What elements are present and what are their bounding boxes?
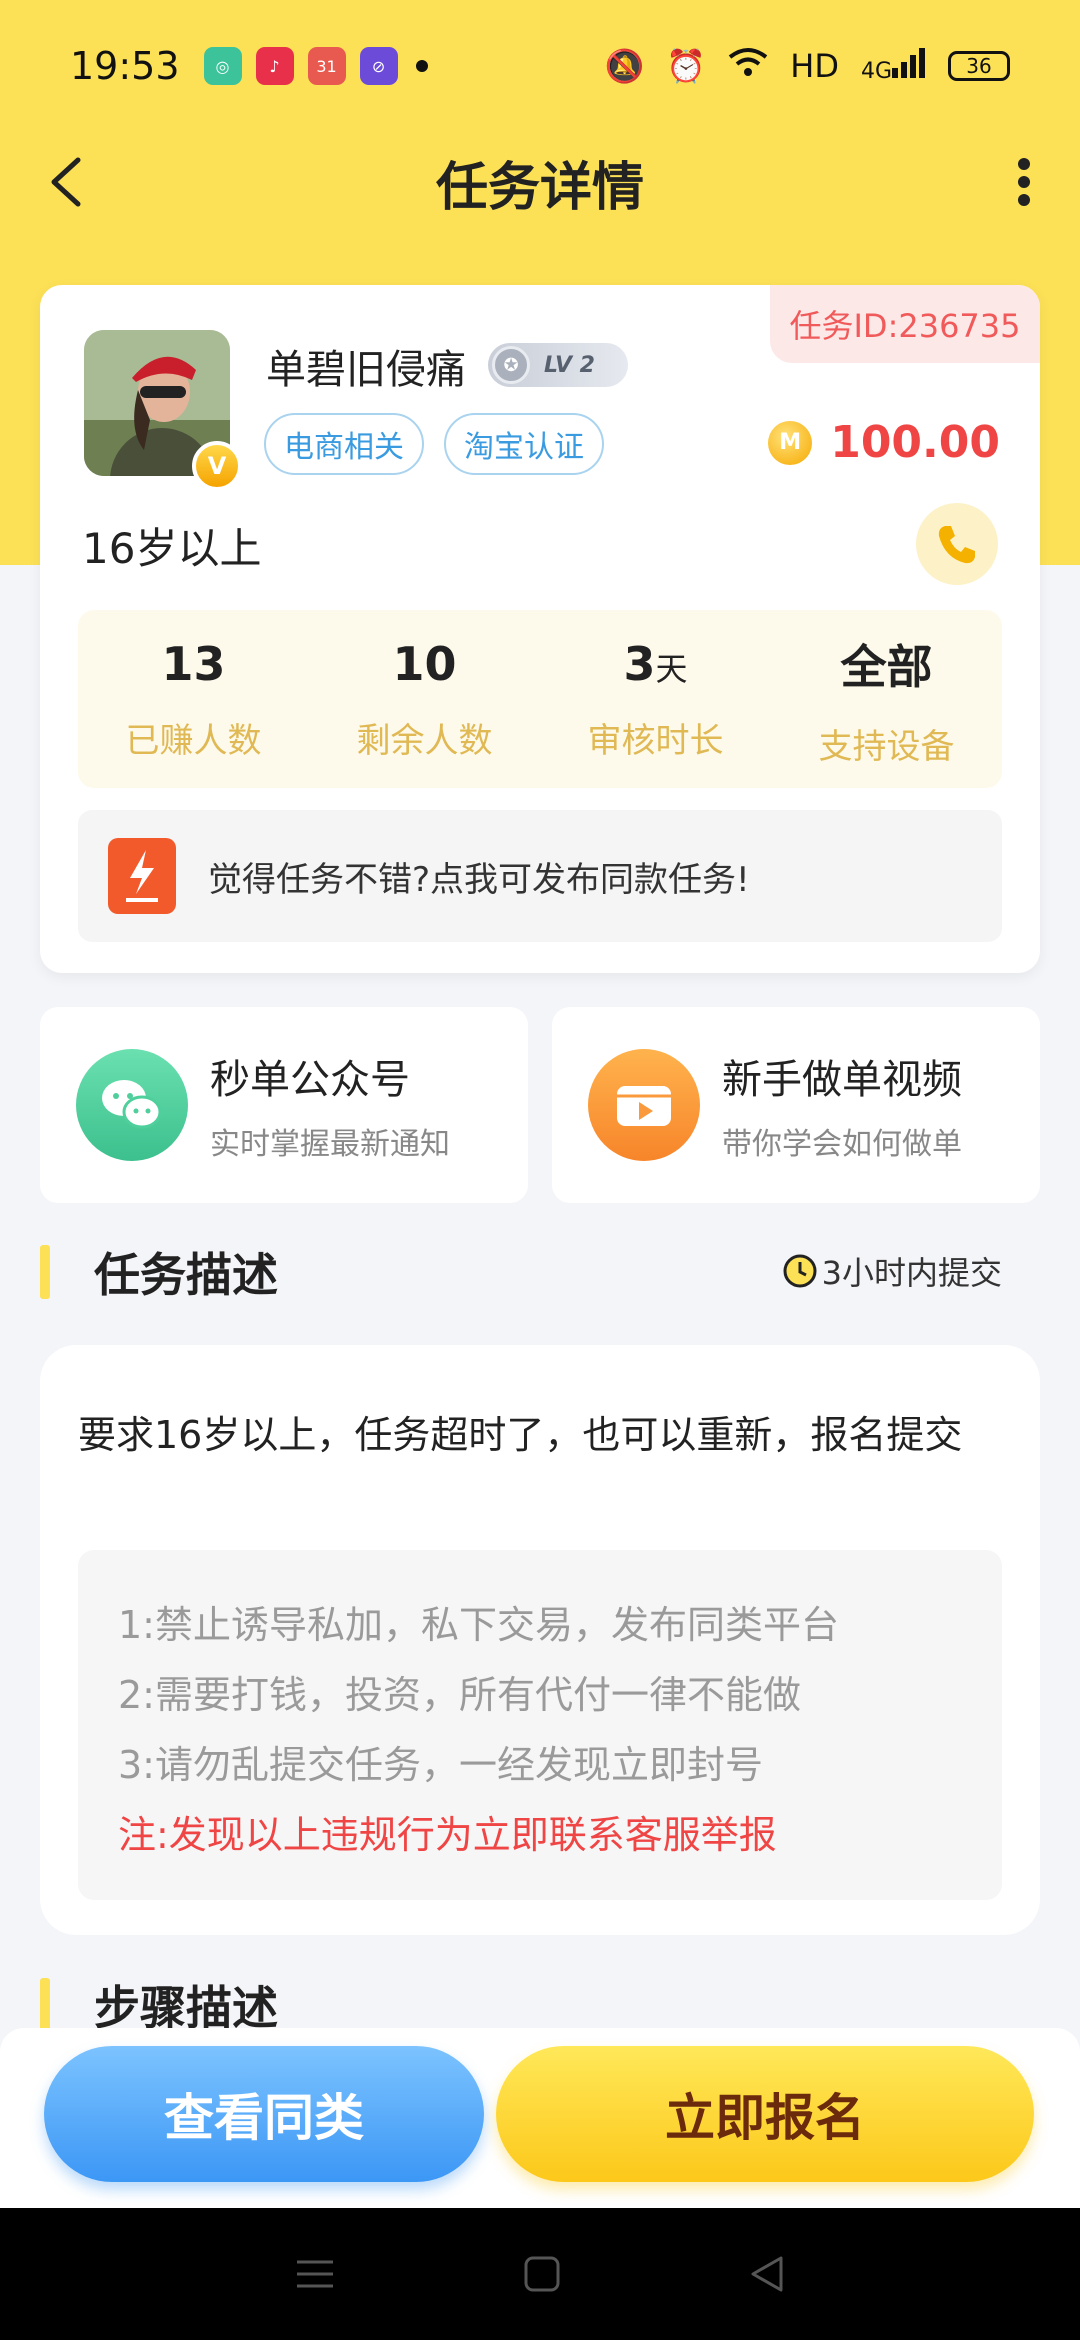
clock-icon [783,1254,817,1288]
app-header: 任务详情 [0,132,1080,232]
rule-warning: 注:发现以上违规行为立即联系客服举报 [118,1813,777,1857]
stat-devices: 全部 支持设备 [771,610,1002,788]
battery-icon: 36 [948,51,1010,81]
task-tags: 电商相关 淘宝认证 [264,413,604,475]
task-description-card: 要求16岁以上，任务超时了，也可以重新，报名提交 1:禁止诱导私加，私下交易，发… [40,1345,1040,1935]
stat-review-time: 3天 审核时长 [540,610,771,788]
cell-type: 4G [860,59,892,84]
network-type: HD [790,47,839,85]
bottom-action-bar: 查看同类 立即报名 [0,2028,1080,2208]
card-subtitle: 实时掌握最新通知 [210,1127,450,1162]
lightning-icon [108,838,176,914]
page-title: 任务详情 [435,157,644,218]
medal-icon: ✪ [492,346,530,384]
calendar-icon: 31 [307,47,346,85]
back-arrow-icon [51,157,81,207]
home-icon[interactable] [522,2254,562,2294]
app-notification-icon: ◎ [203,47,242,85]
card-body: 秒单公众号 实时掌握最新通知 [210,1047,450,1163]
publish-banner-text: 觉得任务不错?点我可发布同款任务! [208,859,750,900]
reward: M 100.00 [768,417,1000,468]
more-options-button[interactable] [1004,152,1044,212]
signal-icon: 4G [861,48,926,84]
wifi-icon [728,47,768,85]
battery-level: 36 [966,54,992,78]
stat-number: 10 [392,636,457,691]
publisher-name: 单碧旧侵痛 [266,347,466,393]
stat-number: 3 [623,636,656,691]
rules-box: 1:禁止诱导私加，私下交易，发布同类平台 2:需要打钱，投资，所有代付一律不能做… [78,1550,1002,1900]
stat-label: 审核时长 [587,720,724,761]
stat-label: 支持设备 [818,726,955,767]
wechat-official-account-card[interactable]: 秒单公众号 实时掌握最新通知 [40,1007,528,1203]
view-similar-button[interactable]: 查看同类 [44,2046,484,2182]
description-text: 要求16岁以上，任务超时了，也可以重新，报名提交 [78,1413,963,1457]
reward-amount: 100.00 [830,417,1000,468]
publish-similar-banner[interactable]: 觉得任务不错?点我可发布同款任务! [78,810,1002,942]
phone-icon [938,526,975,564]
app-notification-icon: ♪ [255,47,294,85]
mute-icon: 🔕 [604,47,645,85]
coin-icon: M [768,420,813,465]
age-requirement: 16岁以上 [82,524,262,573]
video-icon [588,1049,700,1161]
back-button[interactable] [40,152,100,212]
submit-deadline: 3小时内提交 [782,1248,1002,1294]
alarm-icon: ⏰ [666,47,707,85]
task-stats: 13 已赚人数 10 剩余人数 3天 审核时长 全部 支持设备 [78,610,1002,788]
stat-unit: 天 [655,649,688,688]
card-title: 秒单公众号 [210,1057,410,1103]
tag-taobao-verified: 淘宝认证 [444,413,604,475]
app-notification-icon: ⊘ [359,47,398,85]
level-badge: ✪ LV 2 [488,343,628,387]
status-time: 19:53 [70,44,180,88]
menu-icon[interactable] [293,2256,337,2292]
stat-value: 3天 [623,637,687,691]
rule-item: 2:需要打钱，投资，所有代付一律不能做 [118,1673,801,1717]
stat-label: 剩余人数 [356,720,493,761]
stat-value: 全部 [841,631,933,697]
more-dot-icon [1018,176,1030,188]
level-label: LV 2 [544,352,595,378]
more-notifications-icon [415,60,428,72]
stat-value: 10 [392,637,456,691]
section-accent-bar [40,1245,50,1299]
section-accent-bar [40,1978,50,2032]
task-description-heading: 任务描述 [40,1242,278,1302]
tag-ecommerce: 电商相关 [264,413,424,475]
deadline-text: 3小时内提交 [821,1254,1002,1292]
stat-number: 全部 [840,639,933,694]
task-id: 任务ID:236735 [770,285,1040,363]
card-title: 新手做单视频 [722,1057,962,1103]
contact-phone-button[interactable] [916,503,998,585]
stat-earned: 13 已赚人数 [78,610,309,788]
more-dot-icon [1018,194,1030,206]
steps-heading: 步骤描述 [40,1975,278,2035]
rule-item: 3:请勿乱提交任务，一经发现立即封号 [118,1743,763,1787]
card-subtitle: 带你学会如何做单 [722,1127,962,1162]
stat-value: 13 [161,637,225,691]
stat-number: 13 [161,636,226,691]
vip-badge-icon: V [192,441,242,491]
wechat-icon [76,1049,188,1161]
stat-label: 已赚人数 [125,720,262,761]
stat-remaining: 10 剩余人数 [309,610,540,788]
rule-item: 1:禁止诱导私加，私下交易，发布同类平台 [118,1603,839,1647]
back-nav-icon[interactable] [747,2254,787,2294]
signup-now-button[interactable]: 立即报名 [496,2046,1034,2182]
system-navigation-bar [0,2208,1080,2340]
task-card: 任务ID:236735 V 单碧旧侵痛 ✪ LV 2 电商相关 淘宝认证 M 1… [40,285,1040,973]
more-dot-icon [1018,158,1030,170]
status-bar: 19:53 ◎ ♪ 31 ⊘ 🔕 ⏰ HD 4G 36 [0,0,1080,132]
tutorial-video-card[interactable]: 新手做单视频 带你学会如何做单 [552,1007,1040,1203]
card-body: 新手做单视频 带你学会如何做单 [722,1047,962,1163]
section-title: 任务描述 [94,1248,278,1302]
